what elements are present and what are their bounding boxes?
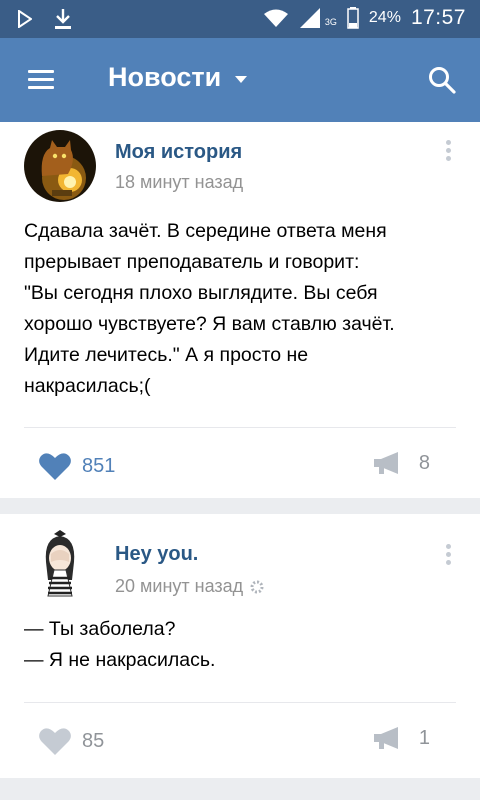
post-author[interactable]: Hey you. <box>115 543 198 566</box>
avatar[interactable] <box>24 528 96 600</box>
divider <box>24 427 456 428</box>
share-button[interactable]: 1 <box>373 726 430 750</box>
feed-post: Моя история 18 минут назад Сдавала зачёт… <box>0 122 480 498</box>
post-time-label: 18 минут назад <box>115 172 244 192</box>
like-count: 85 <box>82 729 105 752</box>
page-title: Новости <box>108 62 222 92</box>
play-icon <box>18 10 32 28</box>
search-icon[interactable] <box>428 66 456 94</box>
share-count: 8 <box>418 451 430 474</box>
post-text-line: Идите лечитесь." А я просто не <box>24 344 309 366</box>
post-text-line: "Вы сегодня плохо выглядите. Вы себя <box>24 282 378 304</box>
battery-icon <box>347 7 359 29</box>
divider <box>24 702 456 703</box>
more-options-icon[interactable] <box>446 140 452 164</box>
post-text-line: — Я не накрасилась. <box>24 649 216 671</box>
heart-icon <box>39 728 71 755</box>
post-text-line: Сдавала зачёт. В середине ответа меня <box>24 220 387 242</box>
post-time: 18 минут назад <box>115 172 243 193</box>
post-text: — Ты заболела? — Я не накрасилась. <box>24 614 458 676</box>
network-type: 3G <box>324 17 337 27</box>
clock: 17:57 <box>410 6 466 29</box>
status-bar: 3G 24% 17:57 <box>0 0 480 38</box>
avatar[interactable] <box>24 130 96 202</box>
like-count: 851 <box>82 454 116 477</box>
gear-icon <box>250 580 264 593</box>
post-text-line: прерывает преподаватель и говорит: <box>24 251 360 273</box>
wifi-icon <box>263 9 288 27</box>
like-button[interactable]: 851 <box>38 451 115 481</box>
more-options-icon[interactable] <box>446 544 452 568</box>
post-text-line: накрасилась;( <box>24 375 151 397</box>
signal-icon <box>299 8 320 28</box>
post-time: 20 минут назад <box>115 576 265 597</box>
heart-icon <box>39 453 71 480</box>
app-header: Новости <box>0 38 480 122</box>
post-time-label: 20 минут назад <box>115 576 244 596</box>
battery-level: 24% <box>368 9 401 26</box>
post-text: Сдавала зачёт. В середине ответа меня пр… <box>24 216 458 402</box>
post-text-line: — Ты заболела? <box>24 618 176 640</box>
megaphone-icon <box>373 727 398 749</box>
feed-post: Hey you. 20 минут назад — Ты заболела? —… <box>0 514 480 778</box>
share-count: 1 <box>418 726 430 749</box>
menu-icon[interactable] <box>28 70 54 90</box>
like-button[interactable]: 85 <box>38 726 104 756</box>
feed-selector[interactable]: Новости <box>108 62 248 93</box>
post-author[interactable]: Моя история <box>115 141 242 164</box>
chevron-down-icon <box>235 76 248 83</box>
megaphone-icon <box>373 452 398 474</box>
download-icon <box>55 9 71 29</box>
share-button[interactable]: 8 <box>373 451 430 475</box>
post-text-line: хорошо чувствуете? Я вам ставлю зачёт. <box>24 313 395 335</box>
